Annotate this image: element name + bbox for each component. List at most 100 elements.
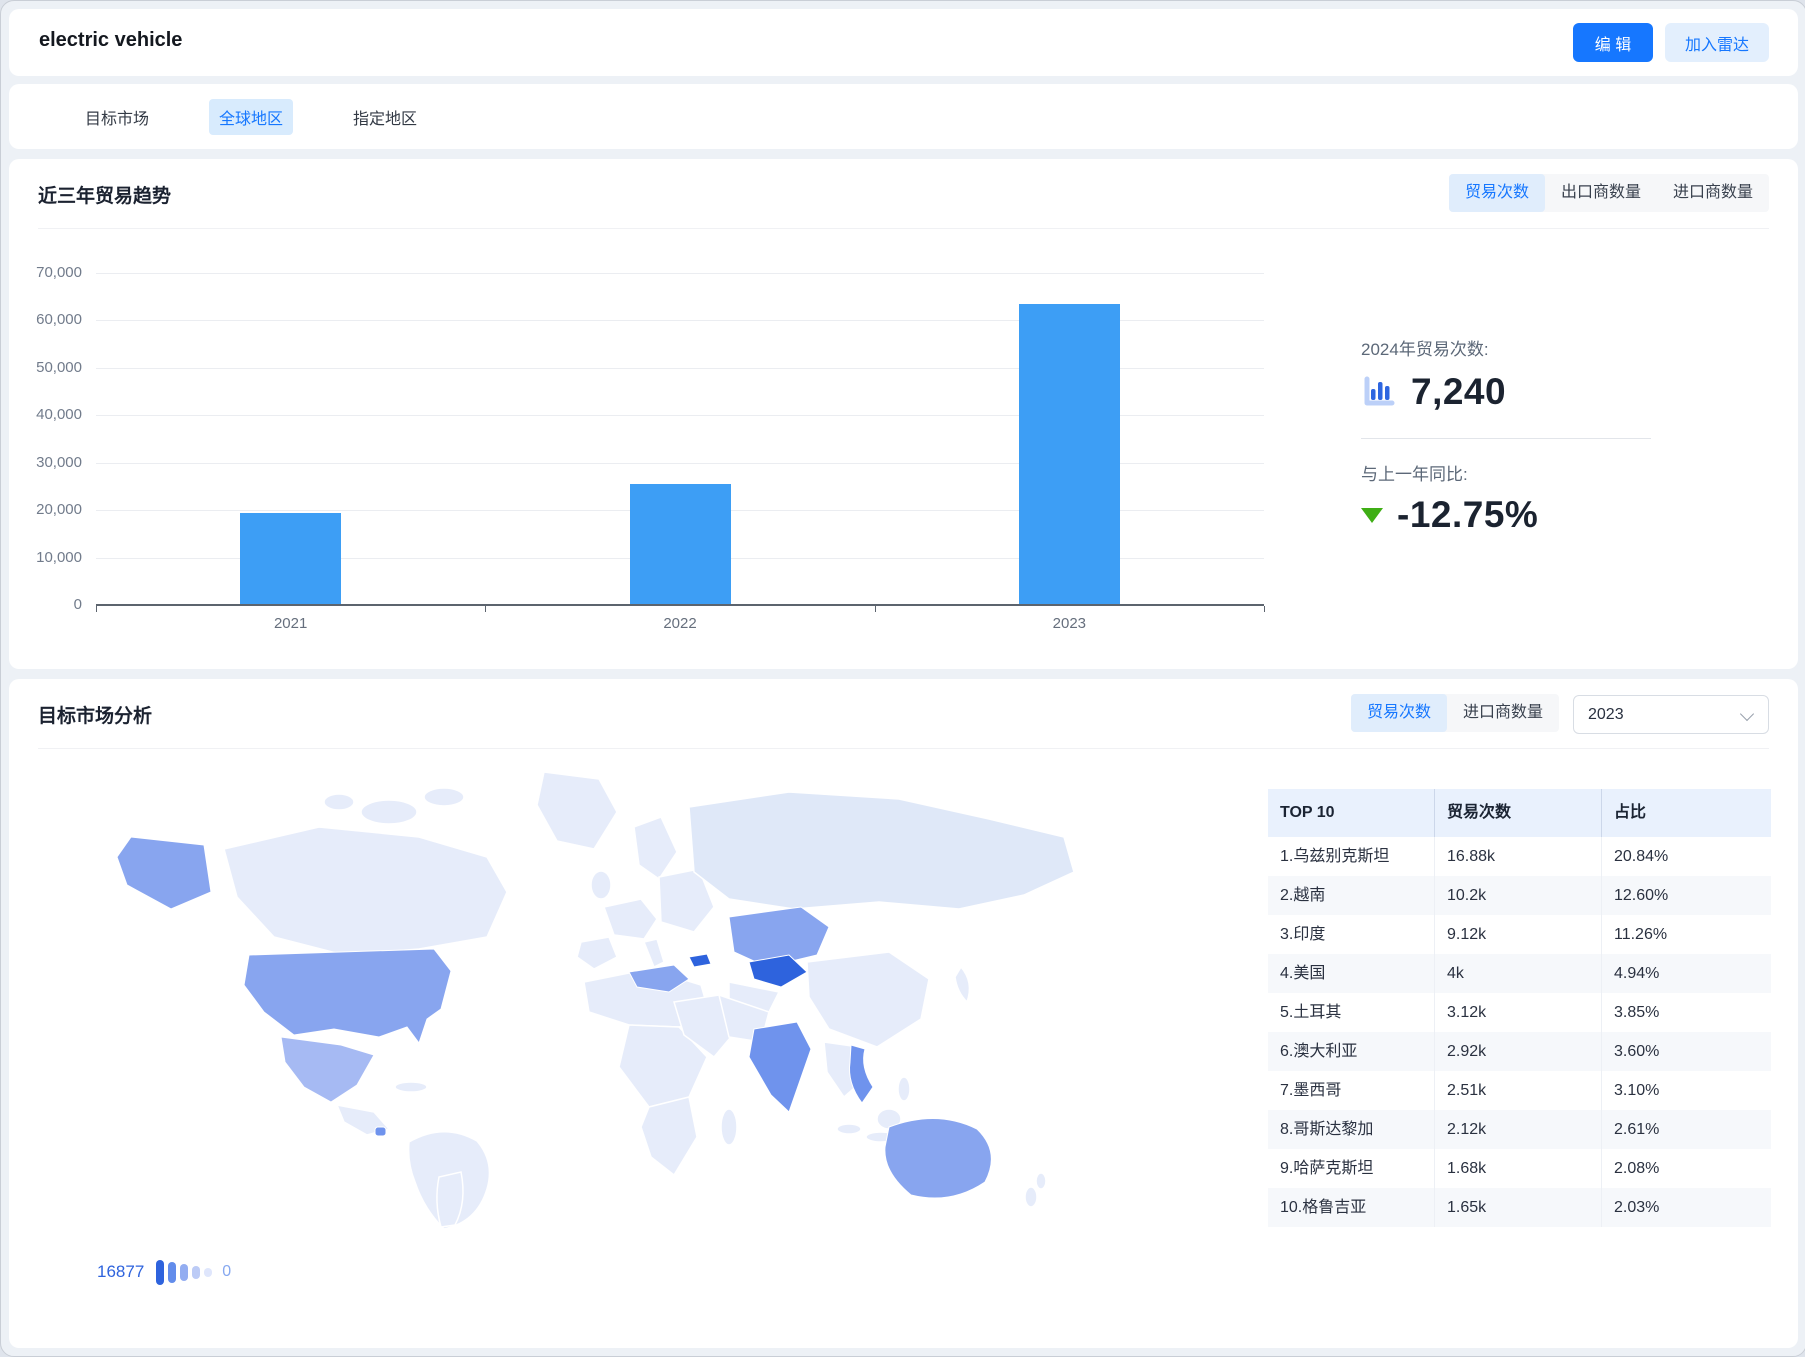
- world-map: [89, 757, 1119, 1232]
- table-header-row: TOP 10 贸易次数 占比: [1268, 789, 1771, 837]
- col-header-top10: TOP 10: [1268, 789, 1434, 837]
- cell-market: 1.乌兹别克斯坦: [1268, 837, 1434, 876]
- stat-yoy-label: 与上一年同比:: [1361, 460, 1468, 485]
- year-select[interactable]: 2023: [1573, 695, 1769, 734]
- y-axis-label: 60,000: [12, 311, 82, 328]
- bar-2022[interactable]: [630, 484, 731, 605]
- trend-toggle-3[interactable]: 进口商数量: [1657, 174, 1769, 212]
- cell-trades: 10.2k: [1434, 876, 1601, 915]
- market-section-title: 目标市场分析: [38, 701, 152, 728]
- cell-trades: 2.12k: [1434, 1110, 1601, 1149]
- trade-trend-section: 近三年贸易趋势 贸易次数出口商数量进口商数量 70,00060,00050,00…: [9, 159, 1798, 669]
- cell-market: 2.越南: [1268, 876, 1434, 915]
- y-axis-label: 20,000: [12, 501, 82, 518]
- chevron-down-icon: [1740, 707, 1754, 721]
- cell-market: 7.墨西哥: [1268, 1071, 1434, 1110]
- y-axis-label: 30,000: [12, 454, 82, 471]
- table-row[interactable]: 10.格鲁吉亚1.65k2.03%: [1268, 1188, 1771, 1227]
- market-toggle-2[interactable]: 进口商数量: [1447, 694, 1559, 732]
- table-row[interactable]: 7.墨西哥2.51k3.10%: [1268, 1071, 1771, 1110]
- cell-trades: 1.65k: [1434, 1188, 1601, 1227]
- table-row[interactable]: 3.印度9.12k11.26%: [1268, 915, 1771, 954]
- cell-share: 20.84%: [1601, 837, 1771, 876]
- cell-market: 4.美国: [1268, 954, 1434, 993]
- cell-share: 2.61%: [1601, 1110, 1771, 1149]
- x-axis-label: 2022: [635, 615, 725, 632]
- map-country-alaska[interactable]: [117, 837, 211, 909]
- map-country-usa[interactable]: [244, 949, 451, 1043]
- tab-bar: 目标市场 全球地区 指定地区: [9, 84, 1798, 149]
- col-header-share: 占比: [1601, 789, 1771, 837]
- tab-list: 目标市场 全球地区 指定地区: [75, 84, 427, 149]
- cell-trades: 1.68k: [1434, 1149, 1601, 1188]
- map-country-vietnam[interactable]: [850, 1045, 874, 1103]
- x-axis-label: 2021: [246, 615, 336, 632]
- map-country-mexico[interactable]: [281, 1037, 374, 1102]
- divider: [38, 228, 1769, 229]
- app-window: electric vehicle 编 辑 加入雷达 目标市场 全球地区 指定地区 近…: [0, 0, 1805, 1357]
- trend-toggle-2[interactable]: 出口商数量: [1545, 174, 1657, 212]
- legend-pill: [156, 1260, 164, 1285]
- legend-scale: [154, 1260, 214, 1285]
- cell-market: 8.哥斯达黎加: [1268, 1110, 1434, 1149]
- table-row[interactable]: 2.越南10.2k12.60%: [1268, 876, 1771, 915]
- trade-count-value: 7,240: [1411, 371, 1506, 413]
- table-body: 1.乌兹别克斯坦16.88k20.84%2.越南10.2k12.60%3.印度9…: [1268, 837, 1771, 1227]
- stat-year-value-row: 7,240: [1361, 371, 1506, 413]
- trend-metric-toggle-group: 贸易次数出口商数量进口商数量: [1449, 174, 1769, 212]
- map-country-china: [807, 952, 929, 1047]
- cell-trades: 2.51k: [1434, 1071, 1601, 1110]
- legend-pill: [192, 1266, 200, 1279]
- cell-share: 2.03%: [1601, 1188, 1771, 1227]
- y-axis-label: 70,000: [12, 264, 82, 281]
- table-row[interactable]: 8.哥斯达黎加2.12k2.61%: [1268, 1110, 1771, 1149]
- col-header-trades: 贸易次数: [1434, 789, 1601, 837]
- market-toggle-1[interactable]: 贸易次数: [1351, 694, 1447, 732]
- add-to-radar-button[interactable]: 加入雷达: [1665, 23, 1769, 62]
- x-axis-label: 2023: [1024, 615, 1114, 632]
- cell-trades: 4k: [1434, 954, 1601, 993]
- cell-share: 3.10%: [1601, 1071, 1771, 1110]
- cell-share: 11.26%: [1601, 915, 1771, 954]
- legend-pill: [204, 1268, 212, 1277]
- legend-pill: [168, 1262, 176, 1283]
- table-row[interactable]: 9.哈萨克斯坦1.68k2.08%: [1268, 1149, 1771, 1188]
- table-row[interactable]: 1.乌兹别克斯坦16.88k20.84%: [1268, 837, 1771, 876]
- yoy-value: -12.75%: [1397, 494, 1538, 536]
- trend-section-title: 近三年贸易趋势: [38, 181, 171, 208]
- divider: [38, 748, 1769, 749]
- cell-trades: 16.88k: [1434, 837, 1601, 876]
- tab-target-market[interactable]: 目标市场: [75, 99, 159, 135]
- page-title: electric vehicle: [39, 29, 182, 52]
- map-country-russia: [689, 792, 1074, 909]
- cell-market: 3.印度: [1268, 915, 1434, 954]
- map-country-india[interactable]: [749, 1022, 811, 1112]
- y-axis-label: 40,000: [12, 406, 82, 423]
- axis-tick: [485, 606, 486, 612]
- stat-year-label: 2024年贸易次数:: [1361, 335, 1489, 360]
- tab-global-region[interactable]: 全球地区: [209, 99, 293, 135]
- trend-toggle-1[interactable]: 贸易次数: [1449, 174, 1545, 212]
- bar-2023[interactable]: [1019, 304, 1120, 605]
- cell-market: 9.哈萨克斯坦: [1268, 1149, 1434, 1188]
- table-row[interactable]: 4.美国4k4.94%: [1268, 954, 1771, 993]
- axis-tick: [875, 606, 876, 612]
- map-country-costa-rica[interactable]: [375, 1127, 386, 1136]
- year-select-value: 2023: [1588, 706, 1624, 723]
- edit-button[interactable]: 编 辑: [1573, 23, 1653, 62]
- map-country-canada: [224, 827, 507, 955]
- table-row[interactable]: 5.土耳其3.12k3.85%: [1268, 993, 1771, 1032]
- stat-yoy-value-row: -12.75%: [1361, 494, 1538, 536]
- gridline: [96, 273, 1264, 274]
- cell-market: 5.土耳其: [1268, 993, 1434, 1032]
- map-country-georgia[interactable]: [689, 954, 711, 967]
- bar-2021[interactable]: [240, 513, 341, 605]
- axis-tick: [1264, 606, 1265, 612]
- tab-designated-region[interactable]: 指定地区: [343, 99, 427, 135]
- cell-trades: 9.12k: [1434, 915, 1601, 954]
- table-row[interactable]: 6.澳大利亚2.92k3.60%: [1268, 1032, 1771, 1071]
- bar-chart-icon: [1361, 374, 1397, 410]
- cell-share: 3.85%: [1601, 993, 1771, 1032]
- map-country-australia[interactable]: [885, 1118, 992, 1198]
- target-market-section: 目标市场分析 贸易次数进口商数量 2023: [9, 679, 1798, 1348]
